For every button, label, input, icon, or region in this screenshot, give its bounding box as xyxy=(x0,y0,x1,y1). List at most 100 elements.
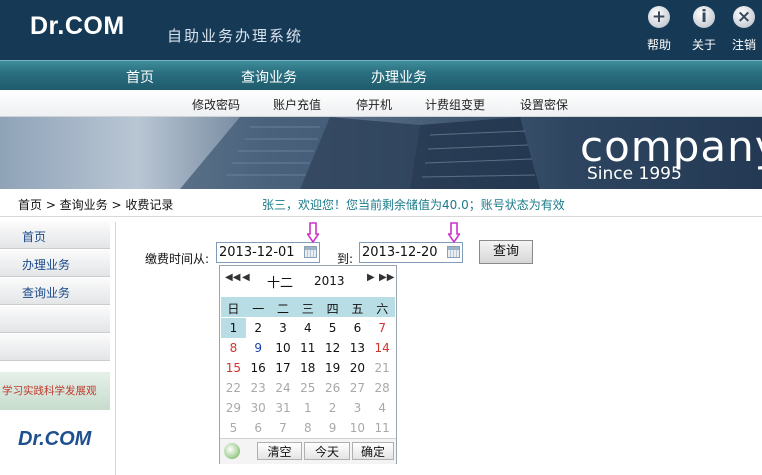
subnav-change-password[interactable]: 修改密码 xyxy=(192,96,240,113)
logo: Dr.COM xyxy=(30,12,125,40)
sidebar-item-home[interactable]: 首页 xyxy=(0,222,110,249)
calendar-day[interactable]: 8 xyxy=(221,338,246,358)
calendar-day[interactable]: 11 xyxy=(295,338,320,358)
calendar-day[interactable]: 28 xyxy=(370,378,395,398)
banner-since-text: Since 1995 xyxy=(587,164,682,184)
nav-home[interactable]: 首页 xyxy=(126,67,154,87)
to-date-input[interactable]: 2013-12-20 xyxy=(359,242,463,263)
calendar-day[interactable]: 14 xyxy=(370,338,395,358)
calendar-day[interactable]: 23 xyxy=(246,378,271,398)
sidebar-item-label: 办理业务 xyxy=(22,258,71,272)
calendar-day[interactable]: 6 xyxy=(345,318,370,338)
calendar-day[interactable]: 3 xyxy=(345,398,370,418)
calendar-footer: 清空 今天 确定 xyxy=(220,438,396,464)
clear-button[interactable]: 清空 xyxy=(257,442,302,460)
calendar-day[interactable]: 17 xyxy=(271,358,296,378)
calendar-day[interactable]: 3 xyxy=(271,318,296,338)
info-icon: i xyxy=(693,6,715,28)
prev-month-icon[interactable]: ◀ xyxy=(242,272,250,283)
calendar-day[interactable]: 6 xyxy=(246,418,271,438)
confirm-button[interactable]: 确定 xyxy=(352,442,394,460)
calendar-day[interactable]: 7 xyxy=(370,318,395,338)
calendar-day[interactable]: 9 xyxy=(320,418,345,438)
help-button[interactable]: + 帮助 xyxy=(644,6,674,53)
weekday-label: 二 xyxy=(276,302,289,316)
calendar-day[interactable]: 29 xyxy=(221,398,246,418)
weekday-label: 四 xyxy=(326,302,339,316)
calendar-day[interactable]: 20 xyxy=(345,358,370,378)
logout-label: 注销 xyxy=(731,38,756,52)
calendar-day[interactable]: 2 xyxy=(320,398,345,418)
calendar-month[interactable]: 十二 xyxy=(267,272,293,291)
calendar-day[interactable]: 27 xyxy=(345,378,370,398)
calendar-day[interactable]: 16 xyxy=(246,358,271,378)
calendar-day[interactable]: 30 xyxy=(246,398,271,418)
sidebar-item-label: 查询业务 xyxy=(22,286,71,300)
about-button[interactable]: i 关于 xyxy=(689,6,719,53)
next-year-icon[interactable]: ▶▶ xyxy=(379,272,394,283)
sidebar-item-empty-1 xyxy=(0,306,110,333)
breadcrumb: 首页 > 查询业务 > 收费记录 xyxy=(18,198,174,212)
system-name: 自助业务办理系统 xyxy=(167,27,304,45)
weekday-label: 日 xyxy=(227,302,240,316)
calendar-day[interactable]: 11 xyxy=(370,418,395,438)
sidebar-divider xyxy=(115,222,116,475)
nav-handle[interactable]: 办理业务 xyxy=(371,67,427,87)
calendar-year[interactable]: 2013 xyxy=(314,274,345,288)
calendar-day[interactable]: 5 xyxy=(320,318,345,338)
sidebar-item-query[interactable]: 查询业务 xyxy=(0,278,110,305)
subnav-suspend[interactable]: 停开机 xyxy=(356,96,392,113)
logout-button[interactable]: × 注销 xyxy=(729,6,759,53)
weekday-label: 一 xyxy=(252,302,265,316)
query-button[interactable]: 查询 xyxy=(479,240,533,264)
calendar-day[interactable]: 5 xyxy=(221,418,246,438)
calendar-day[interactable]: 9 xyxy=(246,338,271,358)
calendar-day[interactable]: 1 xyxy=(295,398,320,418)
today-button[interactable]: 今天 xyxy=(304,442,350,460)
main-nav: 首页 查询业务 办理业务 xyxy=(0,60,762,90)
from-date-value: 2013-12-01 xyxy=(219,245,295,260)
calendar-day[interactable]: 21 xyxy=(370,358,395,378)
calendar-day[interactable]: 22 xyxy=(221,378,246,398)
header-bar: Dr.COM 自助业务办理系统 + 帮助 i 关于 × 注销 xyxy=(0,0,762,60)
help-label: 帮助 xyxy=(646,38,671,52)
calendar-day[interactable]: 25 xyxy=(295,378,320,398)
calendar-day[interactable]: 10 xyxy=(271,338,296,358)
calendar-icon[interactable] xyxy=(304,246,317,258)
sidebar-item-label: 首页 xyxy=(22,230,47,244)
subnav-security-question[interactable]: 设置密保 xyxy=(520,96,568,113)
calendar-day[interactable]: 4 xyxy=(370,398,395,418)
calendar-day[interactable]: 12 xyxy=(320,338,345,358)
calendar-popup: ◀◀ ◀ 十二 2013 ▶ ▶▶ 日一二三四五六 1 2 3 4 5 6 7 8 9 10 11 1… xyxy=(219,265,397,464)
calendar-day[interactable]: 18 xyxy=(295,358,320,378)
promo-text: 学习实践科学发展观 xyxy=(2,385,97,397)
calendar-day[interactable]: 4 xyxy=(295,318,320,338)
calendar-day[interactable]: 2 xyxy=(246,318,271,338)
from-date-input[interactable]: 2013-12-01 xyxy=(216,242,320,263)
next-month-icon[interactable]: ▶ xyxy=(367,272,375,283)
subnav-billing-group[interactable]: 计费组变更 xyxy=(425,96,485,113)
prev-year-icon[interactable]: ◀◀ xyxy=(225,272,240,283)
sidebar-item-empty-2 xyxy=(0,334,110,361)
calendar-day[interactable]: 7 xyxy=(271,418,296,438)
calendar-day[interactable]: 13 xyxy=(345,338,370,358)
calendar-day[interactable]: 15 xyxy=(221,358,246,378)
subnav-recharge[interactable]: 账户充值 xyxy=(273,96,321,113)
calendar-day[interactable]: 24 xyxy=(271,378,296,398)
refresh-icon[interactable] xyxy=(224,443,240,459)
arrow-down-icon xyxy=(307,222,319,244)
calendar-icon[interactable] xyxy=(447,246,460,258)
sidebar-item-handle[interactable]: 办理业务 xyxy=(0,250,110,277)
nav-query[interactable]: 查询业务 xyxy=(241,67,297,87)
sidebar-logo: Dr.COM xyxy=(0,419,110,459)
calendar-day[interactable]: 10 xyxy=(345,418,370,438)
calendar-day[interactable]: 19 xyxy=(320,358,345,378)
banner: company Since 1995 xyxy=(0,117,762,189)
calendar-day[interactable]: 26 xyxy=(320,378,345,398)
weekday-label: 六 xyxy=(376,302,389,316)
calendar-day[interactable]: 1 xyxy=(221,318,246,338)
to-date-value: 2013-12-20 xyxy=(362,245,438,260)
calendar-day[interactable]: 31 xyxy=(271,398,296,418)
calendar-day[interactable]: 8 xyxy=(295,418,320,438)
promo-banner[interactable]: 学习实践科学发展观 xyxy=(0,372,110,410)
